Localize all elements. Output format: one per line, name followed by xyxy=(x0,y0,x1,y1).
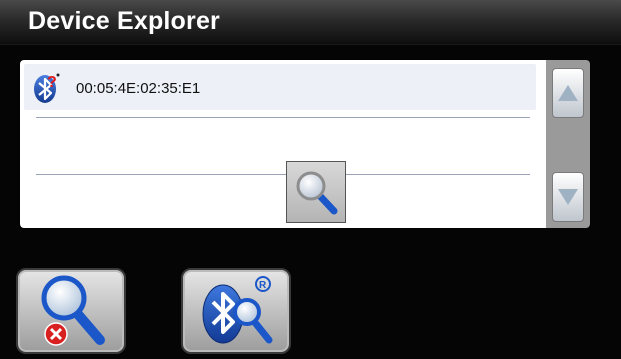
scroll-up-button[interactable] xyxy=(552,68,584,118)
magnifier-icon xyxy=(296,171,338,215)
list-divider xyxy=(36,117,530,118)
scroll-down-button[interactable] xyxy=(552,172,584,222)
stop-search-button[interactable] xyxy=(16,268,126,354)
arrow-down-icon xyxy=(558,189,578,205)
title-bar: Device Explorer xyxy=(0,0,621,45)
bluetooth-unknown-icon: ? xyxy=(32,72,60,104)
svg-text:R: R xyxy=(259,280,267,291)
bluetooth-search-button[interactable]: R xyxy=(181,268,291,354)
list-divider xyxy=(36,174,530,175)
svg-text:?: ? xyxy=(47,74,57,91)
bluetooth-search-icon: R xyxy=(202,276,273,344)
search-stop-icon xyxy=(41,275,105,346)
search-button[interactable] xyxy=(286,161,346,223)
window-title: Device Explorer xyxy=(28,7,220,35)
device-list-item[interactable]: ? 00:05:4E:02:35:E1 xyxy=(24,64,536,110)
scrollbar[interactable] xyxy=(546,60,590,228)
arrow-up-icon xyxy=(558,85,578,101)
device-address: 00:05:4E:02:35:E1 xyxy=(76,80,201,97)
device-list[interactable]: ? 00:05:4E:02:35:E1 xyxy=(20,60,546,228)
